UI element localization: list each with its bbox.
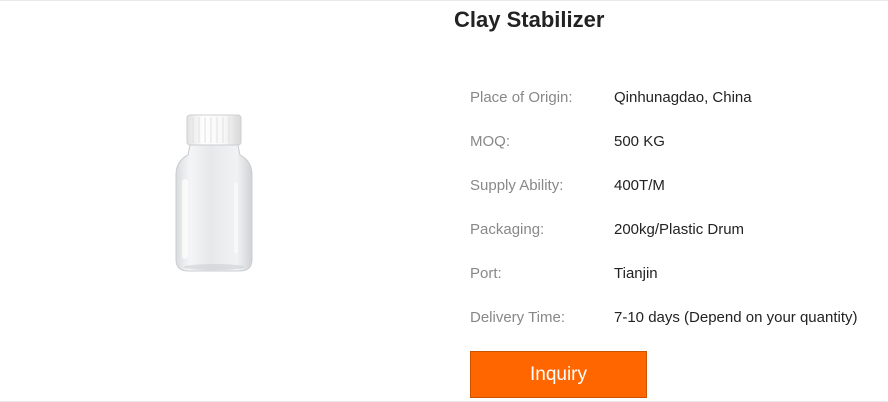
spec-value: Tianjin (614, 264, 658, 282)
spec-row-place-of-origin: Place of Origin: Qinhunagdao, China (470, 75, 888, 119)
spec-label: Packaging: (470, 220, 545, 238)
spec-value: 400T/M (614, 176, 665, 194)
spec-label: Delivery Time: (470, 308, 566, 326)
spec-value: 500 KG (614, 132, 665, 150)
spec-label: MOQ: (470, 132, 510, 150)
spec-label: Place of Origin: (470, 88, 573, 106)
spec-row-supply-ability: Supply Ability: 400T/M (470, 163, 888, 207)
spec-row-packaging: Packaging: 200kg/Plastic Drum (470, 207, 888, 251)
inquiry-button[interactable]: Inquiry (470, 351, 647, 398)
spec-label: Port: (470, 264, 502, 282)
spec-row-delivery-time: Delivery Time: 7-10 days (Depend on your… (470, 295, 888, 339)
spec-list: Place of Origin: Qinhunagdao, China MOQ:… (470, 75, 888, 339)
product-title: Clay Stabilizer (454, 7, 605, 32)
spec-row-port: Port: Tianjin (470, 251, 888, 295)
spec-value: 200kg/Plastic Drum (614, 220, 745, 238)
spec-value: Qinhunagdao, China (614, 88, 752, 106)
product-detail-panel: Clay Stabilizer Place of Origin: Qinhuna… (0, 0, 888, 402)
spec-row-moq: MOQ: 500 KG (470, 119, 888, 163)
spec-label: Supply Ability: (470, 176, 564, 194)
product-bottle-image (175, 114, 253, 272)
spec-value: 7-10 days (Depend on your quantity) (614, 308, 858, 326)
